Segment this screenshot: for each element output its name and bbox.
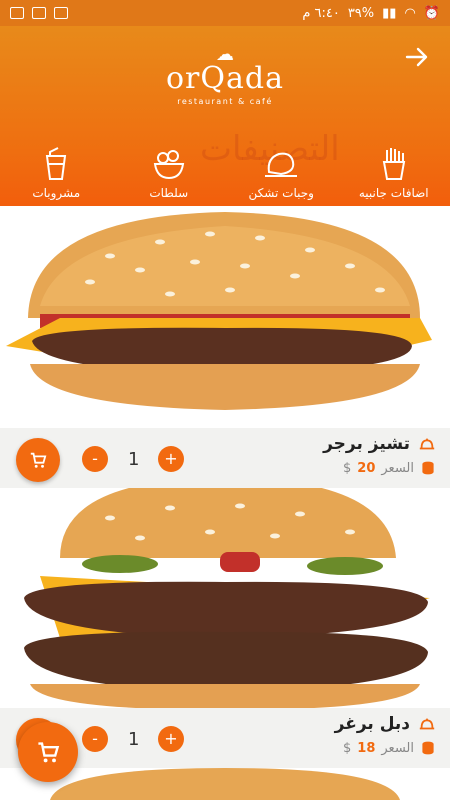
status-bar: ٦:٤٠ م ٣٩% ▮▮ ◠ ⏰ bbox=[0, 0, 450, 26]
category-salads[interactable]: سلطات bbox=[113, 146, 226, 206]
chicken-icon bbox=[265, 152, 298, 177]
signal-icon: ▮▮ bbox=[382, 5, 397, 21]
forward-arrow-icon[interactable] bbox=[404, 44, 430, 70]
status-time: ٦:٤٠ م bbox=[302, 5, 340, 21]
drink-icon bbox=[46, 147, 67, 180]
app-header: ☁ orQada restaurant & café التصنيفات مشر… bbox=[0, 26, 450, 206]
item-price: 20 bbox=[357, 460, 376, 476]
battery-level: ٣٩% bbox=[347, 5, 375, 21]
view-cart-button[interactable] bbox=[18, 722, 78, 782]
dish-cloche-icon bbox=[419, 718, 435, 730]
price-label: السعر bbox=[381, 740, 414, 756]
category-bar: مشروبات سلطات وجبات تشكن اضافات جانبيه bbox=[0, 146, 450, 206]
wifi-icon: ◠ bbox=[404, 5, 416, 21]
price-label: السعر bbox=[381, 460, 414, 476]
mail-icon bbox=[10, 7, 24, 19]
cart-icon bbox=[38, 742, 60, 763]
cart-icon bbox=[30, 452, 47, 468]
item-title: دبل برغر bbox=[334, 714, 410, 734]
quantity-stepper: - 1 + bbox=[82, 726, 184, 752]
notification-icon bbox=[54, 7, 68, 19]
double-burger-image bbox=[0, 488, 450, 708]
quantity-value: 1 bbox=[128, 448, 140, 470]
image-icon bbox=[32, 7, 46, 19]
item-title: تشيز برجر bbox=[323, 434, 410, 454]
dish-cloche-icon bbox=[419, 438, 435, 450]
category-side-dishes[interactable]: اضافات جانبيه bbox=[338, 146, 450, 206]
category-drinks[interactable]: مشروبات bbox=[0, 146, 113, 206]
coins-icon bbox=[422, 461, 434, 475]
coins-icon bbox=[422, 741, 434, 755]
increase-quantity-button[interactable]: + bbox=[158, 726, 184, 752]
decrease-quantity-button[interactable]: - bbox=[82, 446, 108, 472]
category-chicken-meals[interactable]: وجبات تشكن bbox=[225, 146, 338, 206]
fries-icon bbox=[382, 148, 405, 180]
brand-logo: ☁ orQada restaurant & café bbox=[0, 46, 450, 107]
salad-icon bbox=[153, 150, 184, 180]
add-to-cart-button[interactable] bbox=[16, 438, 60, 482]
increase-quantity-button[interactable]: + bbox=[158, 446, 184, 472]
menu-item-cheeseburger: - 1 + تشيز برجر $ 20 السعر bbox=[0, 428, 450, 488]
cheeseburger-image bbox=[0, 206, 450, 428]
currency-symbol: $ bbox=[343, 460, 352, 476]
alarm-icon: ⏰ bbox=[423, 5, 440, 21]
item-info: دبل برغر $ 18 السعر bbox=[335, 714, 436, 756]
currency-symbol: $ bbox=[343, 740, 352, 756]
decrease-quantity-button[interactable]: - bbox=[82, 726, 108, 752]
quantity-stepper: - 1 + bbox=[82, 446, 184, 472]
item-info: تشيز برجر $ 20 السعر bbox=[323, 434, 436, 476]
item-price: 18 bbox=[357, 740, 376, 756]
quantity-value: 1 bbox=[128, 728, 140, 750]
